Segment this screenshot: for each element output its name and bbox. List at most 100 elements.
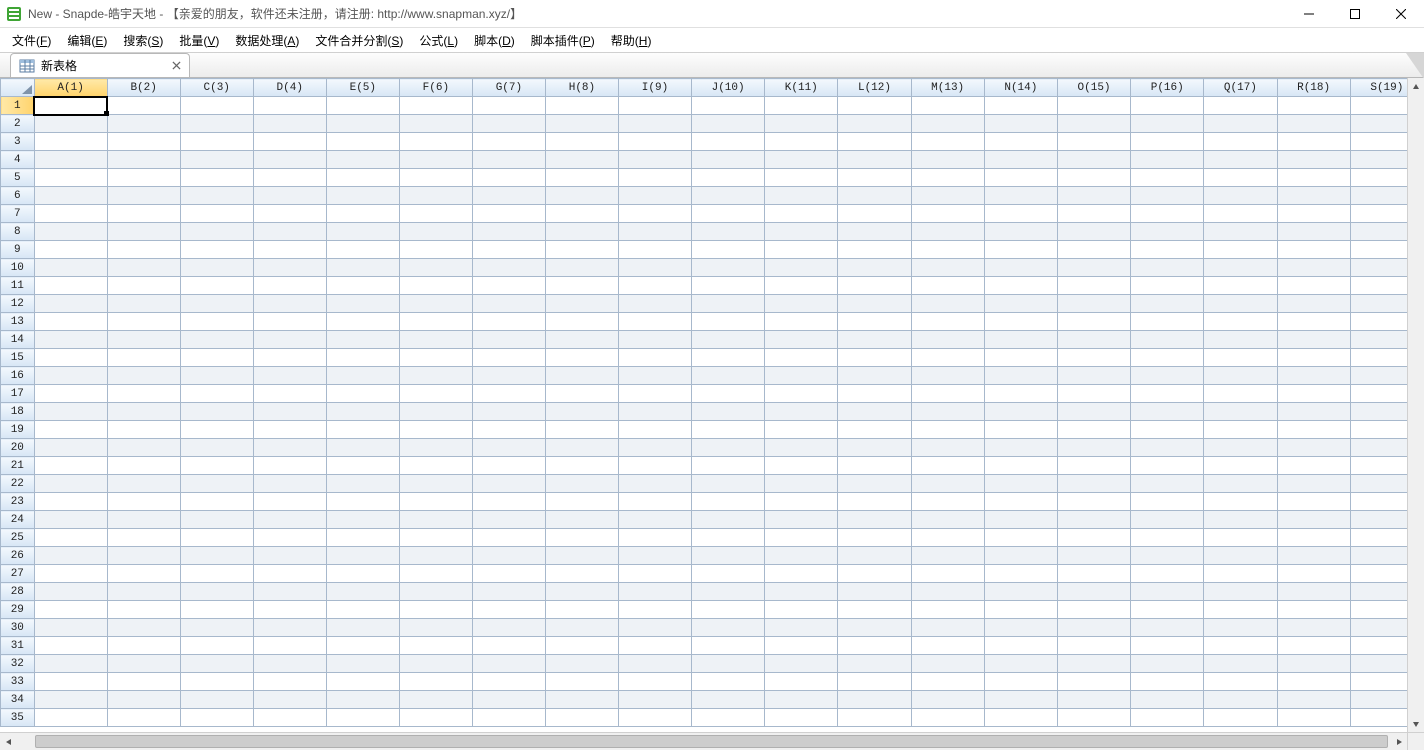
cell[interactable]: [765, 385, 838, 403]
cell[interactable]: [765, 133, 838, 151]
row-header[interactable]: 17: [1, 385, 35, 403]
tab-close-icon[interactable]: [169, 59, 183, 73]
cell[interactable]: [34, 475, 107, 493]
cell[interactable]: [1131, 637, 1204, 655]
cell[interactable]: [1204, 277, 1277, 295]
cell[interactable]: [1204, 493, 1277, 511]
cell[interactable]: [1057, 583, 1130, 601]
row-header[interactable]: 22: [1, 475, 35, 493]
cell[interactable]: [253, 241, 326, 259]
cell[interactable]: [180, 169, 253, 187]
cell[interactable]: [838, 637, 911, 655]
cell[interactable]: [326, 691, 399, 709]
cell[interactable]: [180, 547, 253, 565]
row-header[interactable]: 23: [1, 493, 35, 511]
cell[interactable]: [1131, 169, 1204, 187]
cell[interactable]: [984, 475, 1057, 493]
cell[interactable]: [399, 511, 472, 529]
cell[interactable]: [618, 403, 691, 421]
cell[interactable]: [618, 709, 691, 727]
cell[interactable]: [399, 277, 472, 295]
cell[interactable]: [692, 493, 765, 511]
cell[interactable]: [326, 493, 399, 511]
cell[interactable]: [253, 619, 326, 637]
cell[interactable]: [399, 619, 472, 637]
cell[interactable]: [1277, 151, 1350, 169]
cell[interactable]: [765, 493, 838, 511]
cell[interactable]: [618, 637, 691, 655]
col-header[interactable]: B(2): [107, 79, 180, 97]
cell[interactable]: [34, 187, 107, 205]
cell[interactable]: [1057, 547, 1130, 565]
cell[interactable]: [472, 367, 545, 385]
cell[interactable]: [911, 511, 984, 529]
cell[interactable]: [253, 565, 326, 583]
cell[interactable]: [107, 655, 180, 673]
cell[interactable]: [1277, 313, 1350, 331]
cell[interactable]: [472, 673, 545, 691]
cell[interactable]: [1131, 277, 1204, 295]
cell[interactable]: [472, 277, 545, 295]
row-header[interactable]: 31: [1, 637, 35, 655]
cell[interactable]: [618, 205, 691, 223]
cell[interactable]: [1131, 205, 1204, 223]
cell[interactable]: [1277, 583, 1350, 601]
cell[interactable]: [984, 709, 1057, 727]
cell[interactable]: [692, 673, 765, 691]
cell[interactable]: [692, 547, 765, 565]
cell[interactable]: [253, 709, 326, 727]
cell[interactable]: [326, 655, 399, 673]
cell[interactable]: [326, 295, 399, 313]
cell[interactable]: [545, 421, 618, 439]
cell[interactable]: [838, 421, 911, 439]
cell[interactable]: [984, 187, 1057, 205]
cell[interactable]: [1204, 655, 1277, 673]
cell[interactable]: [472, 151, 545, 169]
cell[interactable]: [984, 205, 1057, 223]
cell[interactable]: [1057, 97, 1130, 115]
spreadsheet-grid[interactable]: A(1)B(2)C(3)D(4)E(5)F(6)G(7)H(8)I(9)J(10…: [0, 78, 1424, 732]
cell[interactable]: [1277, 115, 1350, 133]
cell[interactable]: [253, 151, 326, 169]
cell[interactable]: [472, 115, 545, 133]
row-header[interactable]: 3: [1, 133, 35, 151]
cell[interactable]: [545, 295, 618, 313]
cell[interactable]: [911, 223, 984, 241]
cell[interactable]: [1277, 133, 1350, 151]
cell[interactable]: [253, 493, 326, 511]
cell[interactable]: [180, 367, 253, 385]
cell[interactable]: [107, 403, 180, 421]
cell[interactable]: [1204, 439, 1277, 457]
cell[interactable]: [1204, 367, 1277, 385]
cell[interactable]: [34, 511, 107, 529]
cell[interactable]: [838, 223, 911, 241]
cell[interactable]: [1204, 133, 1277, 151]
cell[interactable]: [618, 493, 691, 511]
cell[interactable]: [765, 637, 838, 655]
cell[interactable]: [1204, 205, 1277, 223]
row-header[interactable]: 32: [1, 655, 35, 673]
cell[interactable]: [180, 349, 253, 367]
cell[interactable]: [545, 403, 618, 421]
cell[interactable]: [1057, 493, 1130, 511]
cell[interactable]: [765, 259, 838, 277]
cell[interactable]: [1131, 583, 1204, 601]
tab-new-sheet[interactable]: 新表格: [10, 53, 190, 77]
cell[interactable]: [1131, 331, 1204, 349]
cell[interactable]: [326, 277, 399, 295]
col-header[interactable]: L(12): [838, 79, 911, 97]
cell[interactable]: [34, 547, 107, 565]
cell[interactable]: [1057, 529, 1130, 547]
cell[interactable]: [911, 313, 984, 331]
cell[interactable]: [618, 259, 691, 277]
cell[interactable]: [692, 223, 765, 241]
menu-a[interactable]: 数据处理(A): [227, 30, 307, 51]
cell[interactable]: [1204, 583, 1277, 601]
cell[interactable]: [838, 295, 911, 313]
col-header[interactable]: P(16): [1131, 79, 1204, 97]
cell[interactable]: [984, 241, 1057, 259]
cell[interactable]: [765, 151, 838, 169]
cell[interactable]: [180, 637, 253, 655]
cell[interactable]: [253, 313, 326, 331]
cell[interactable]: [692, 133, 765, 151]
